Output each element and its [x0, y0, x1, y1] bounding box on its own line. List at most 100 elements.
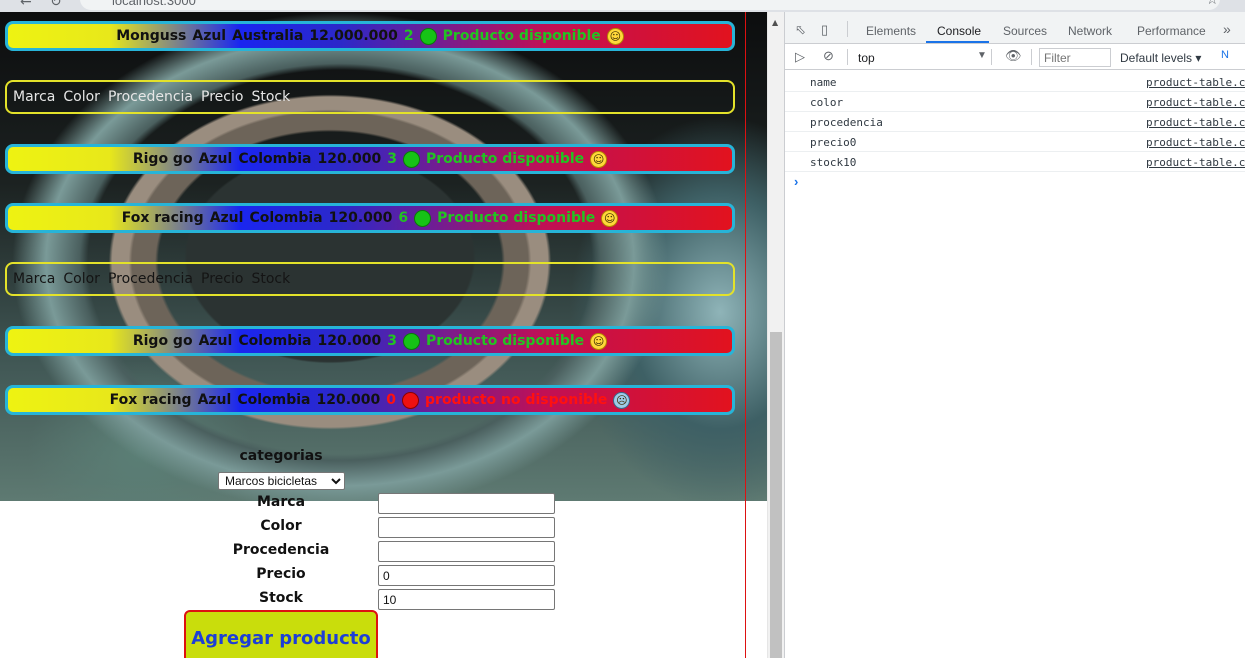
console-log-row: name product-table.c	[785, 72, 1245, 92]
console-log-row: procedencia product-table.c	[785, 112, 1245, 132]
header-stock: Stock	[251, 89, 291, 105]
log-message: stock10	[810, 156, 857, 169]
marca-input[interactable]	[378, 493, 555, 514]
stock-input[interactable]	[378, 589, 555, 610]
product-procedencia: Colombia	[238, 333, 312, 349]
log-message: color	[810, 96, 844, 109]
marca-label: Marca	[256, 494, 306, 510]
product-stock: 3	[387, 151, 398, 167]
precio-label: Precio	[256, 566, 306, 582]
tab-elements[interactable]: Elements	[866, 24, 916, 38]
toolbar-separator	[991, 49, 992, 65]
page-scrollbar[interactable]: ▲	[767, 12, 784, 658]
product-procedencia: Colombia	[249, 210, 323, 226]
product-marca: Fox racing	[109, 392, 192, 408]
stock-label: Stock	[258, 590, 303, 606]
scrollbar-thumb[interactable]	[770, 332, 782, 658]
categorias-label: categorias	[239, 448, 323, 464]
product-marca: Fox racing	[121, 210, 204, 226]
product-marca: Monguss	[116, 28, 187, 44]
agregar-producto-button[interactable]: Agregar producto	[184, 610, 378, 658]
clear-console-icon[interactable]: ⊘	[823, 48, 834, 64]
log-message: procedencia	[810, 116, 883, 129]
context-selector[interactable]: top	[858, 51, 875, 65]
header-color: Color	[63, 271, 100, 287]
log-message: precio0	[810, 136, 857, 149]
context-dropdown-icon[interactable]: ▼	[977, 50, 987, 61]
green-circle-icon	[403, 150, 421, 168]
show-sidebar-icon[interactable]: ▷	[795, 49, 805, 65]
product-precio: 120.000	[317, 151, 382, 167]
console-log-row: precio0 product-table.c	[785, 132, 1245, 152]
categoria-select[interactable]: Marcos bicicletas	[218, 472, 345, 490]
green-circle-icon	[414, 209, 432, 227]
header-marca: Marca	[13, 89, 56, 105]
product-marca: Rigo go	[132, 333, 193, 349]
log-source-link[interactable]: product-table.c	[1146, 116, 1245, 129]
product-status: Producto disponible	[426, 333, 585, 349]
log-source-link[interactable]: product-table.c	[1146, 136, 1245, 149]
inspect-element-icon[interactable]: ⬁	[795, 22, 806, 38]
header-color: Color	[63, 89, 100, 105]
back-icon[interactable]: ←	[20, 0, 32, 10]
smiley-icon: ☺	[601, 209, 619, 227]
console-toolbar: ▷ ⊘ top ▼ 👁 Default levels ▾ N	[785, 45, 1245, 70]
log-source-link[interactable]: product-table.c	[1146, 156, 1245, 169]
browser-top-bar: ← ↻ localhost:3000 ☆	[0, 0, 1245, 12]
console-log-row: color product-table.c	[785, 92, 1245, 112]
product-color: Azul	[192, 28, 227, 44]
console-filter-input[interactable]	[1039, 48, 1111, 67]
anxious-face-icon: ☹	[613, 391, 631, 409]
tab-sources[interactable]: Sources	[1003, 24, 1047, 38]
product-stock: 3	[387, 333, 398, 349]
product-status: Producto disponible	[442, 28, 601, 44]
smiley-icon: ☺	[590, 150, 608, 168]
header-precio: Precio	[201, 271, 244, 287]
procedencia-input[interactable]	[378, 541, 555, 562]
console-log-row: stock10 product-table.c	[785, 152, 1245, 172]
address-url[interactable]: localhost:3000	[112, 0, 196, 8]
header-stock: Stock	[251, 271, 291, 287]
console-prompt[interactable]: ›	[794, 174, 798, 189]
active-tab-indicator	[926, 41, 989, 43]
scroll-up-arrow-icon[interactable]: ▲	[772, 18, 778, 27]
product-row: Rigo go Azul Colombia 120.000 3 Producto…	[5, 326, 735, 356]
bookmark-star-icon[interactable]: ☆	[1206, 0, 1219, 8]
eye-icon[interactable]: 👁	[1005, 48, 1022, 64]
log-source-link[interactable]: product-table.c	[1146, 76, 1245, 89]
product-stock: 0	[386, 392, 397, 408]
toolbar-separator	[847, 21, 848, 37]
green-circle-icon	[419, 27, 437, 45]
product-procedencia: Australia	[232, 28, 304, 44]
log-message: name	[810, 76, 837, 89]
toolbar-separator	[1031, 49, 1032, 65]
product-status: Producto disponible	[426, 151, 585, 167]
more-tabs-icon[interactable]: »	[1223, 21, 1231, 37]
product-procedencia: Colombia	[238, 151, 312, 167]
product-precio: 12.000.000	[309, 28, 398, 44]
reload-icon[interactable]: ↻	[50, 0, 62, 10]
product-color: Azul	[198, 333, 233, 349]
tab-console[interactable]: Console	[937, 24, 981, 38]
issues-badge[interactable]: N	[1213, 49, 1245, 66]
devtools-panel: ⬁ ▯ Elements Console Sources Network Per…	[784, 12, 1245, 658]
log-source-link[interactable]: product-table.c	[1146, 96, 1245, 109]
log-levels-dropdown[interactable]: Default levels ▾	[1120, 51, 1201, 65]
header-procedencia: Procedencia	[107, 271, 194, 287]
product-row: Rigo go Azul Colombia 120.000 3 Producto…	[5, 144, 735, 174]
precio-input[interactable]	[378, 565, 555, 586]
red-circle-icon	[402, 391, 420, 409]
product-marca: Rigo go	[132, 151, 193, 167]
color-input[interactable]	[378, 517, 555, 538]
devtools-tab-bar: ⬁ ▯ Elements Console Sources Network Per…	[785, 12, 1245, 44]
address-bar[interactable]	[80, 0, 1220, 10]
product-color: Azul	[197, 392, 232, 408]
tab-network[interactable]: Network	[1068, 24, 1112, 38]
device-toolbar-icon[interactable]: ▯	[821, 22, 828, 38]
page-viewport: Monguss Azul Australia 12.000.000 2 Prod…	[0, 12, 767, 658]
table-header-row: Marca Color Procedencia Precio Stock	[5, 262, 735, 296]
product-status: producto no disponible	[425, 392, 608, 408]
smiley-icon: ☺	[606, 27, 624, 45]
procedencia-label: Procedencia	[232, 542, 330, 558]
tab-performance[interactable]: Performance	[1137, 24, 1206, 38]
